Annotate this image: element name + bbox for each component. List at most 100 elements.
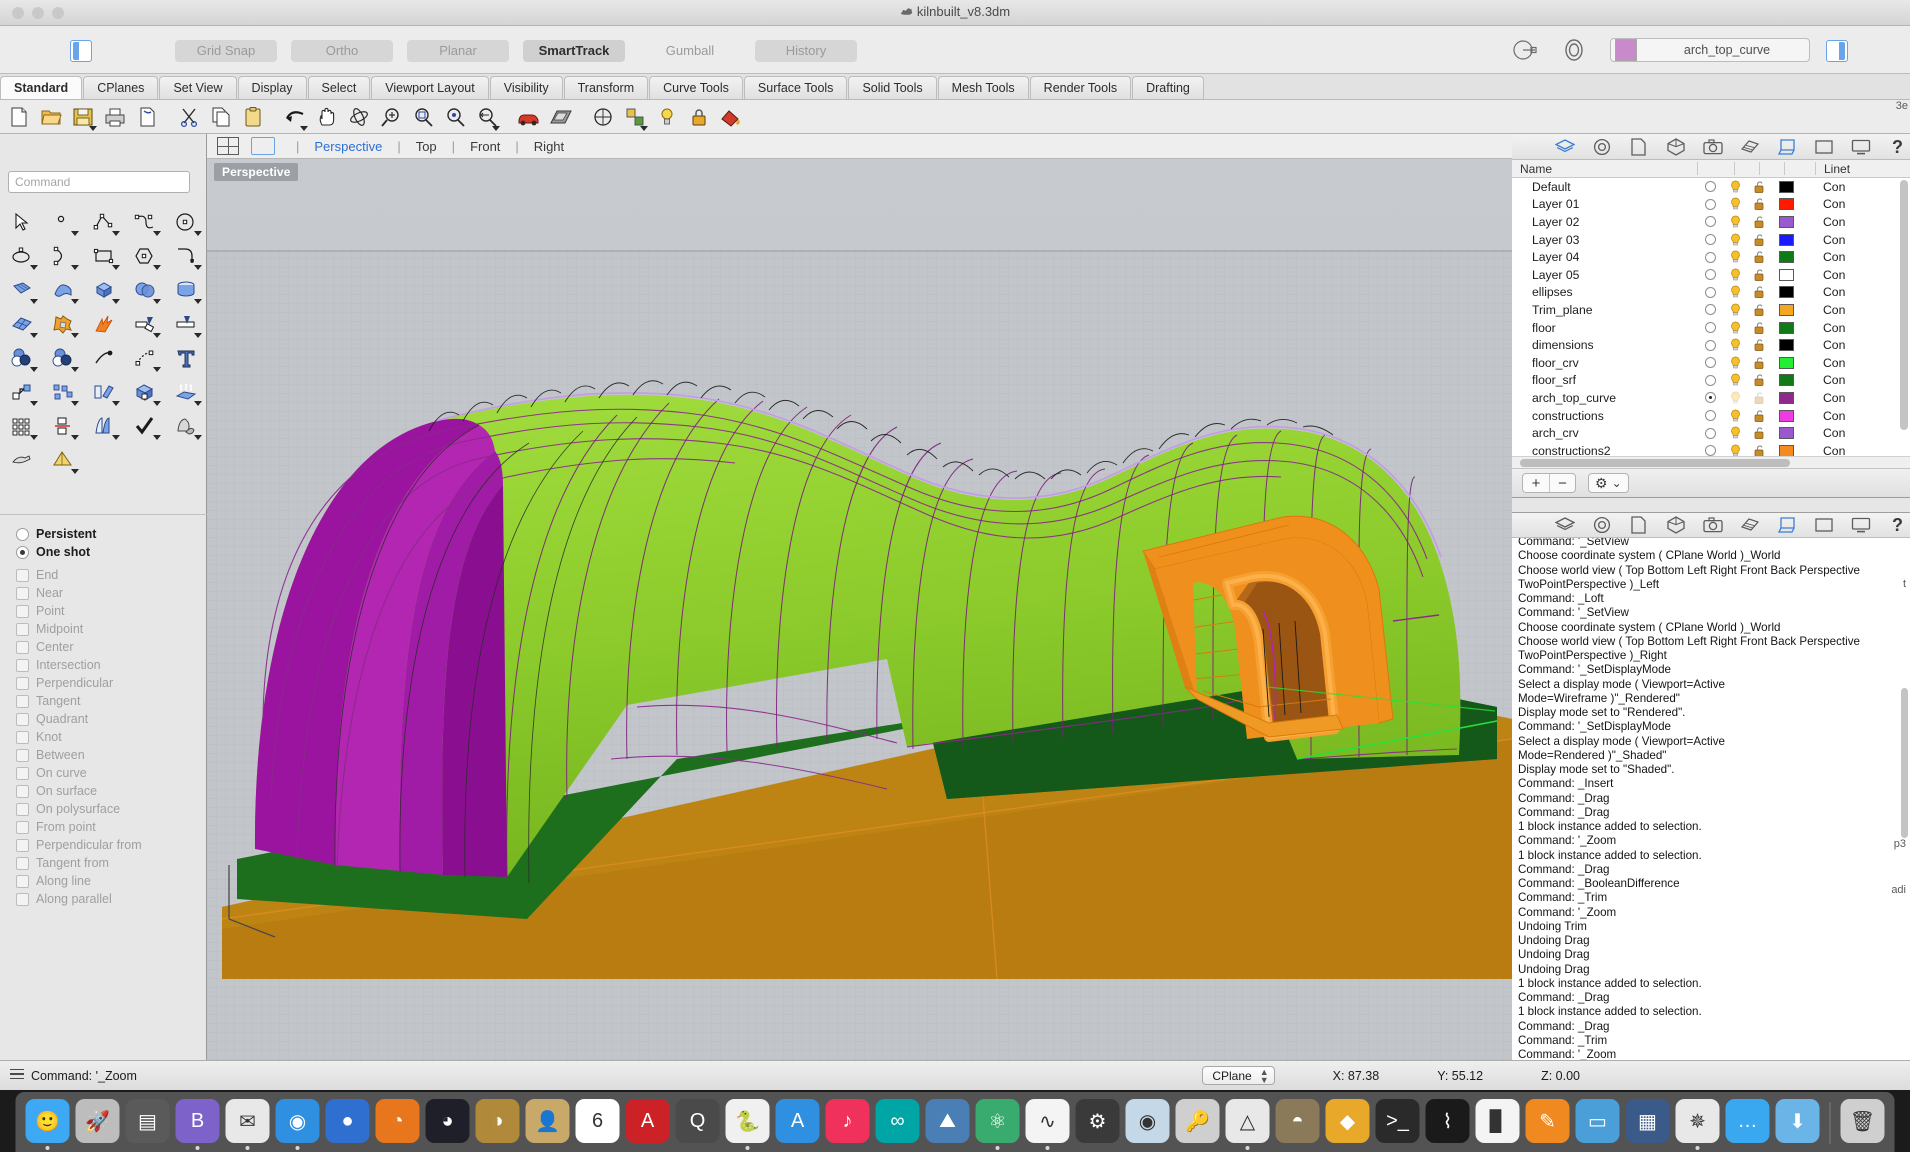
notes-icon[interactable] (1628, 136, 1649, 157)
object-icon[interactable] (1665, 136, 1686, 157)
dock-item-gimp[interactable]: ◓ (1274, 1094, 1322, 1150)
save-icon[interactable] (68, 102, 98, 132)
layer-row-layer-05[interactable]: Layer 05 Con (1512, 266, 1910, 284)
pan-hand-icon[interactable] (312, 102, 342, 132)
layer-color-swatch[interactable] (1771, 198, 1801, 211)
dock-item-rhinoceros[interactable]: △ (1224, 1094, 1272, 1150)
layer-color-swatch[interactable] (1771, 286, 1801, 299)
unlock-icon[interactable] (1747, 338, 1771, 352)
layer-row-arch-top-curve[interactable]: arch_top_curve Con (1512, 389, 1910, 407)
layer-color-swatch[interactable] (1771, 251, 1801, 264)
perspective-viewport[interactable]: Perspective (207, 159, 1512, 1060)
layers-horizontal-scroll-area[interactable] (1512, 456, 1910, 468)
four-view-layout-icon[interactable] (217, 137, 239, 155)
layer-current-toggle[interactable] (1697, 410, 1723, 422)
osnap-intersection[interactable]: Intersection (0, 656, 207, 674)
layers-list[interactable]: Default Con Layer 01 Con Layer 02 Con Layer 03… (1512, 178, 1910, 456)
paste-clipboard-icon[interactable] (238, 102, 268, 132)
polygon-icon[interactable] (125, 240, 164, 272)
light-bulb-icon[interactable] (1723, 197, 1747, 211)
light-bulb-icon[interactable] (1723, 338, 1747, 352)
light-bulb-icon[interactable] (1723, 373, 1747, 387)
unlock-icon[interactable] (1747, 444, 1771, 456)
osnap-near[interactable]: Near (0, 584, 207, 602)
layers-icon-secondary[interactable] (1554, 515, 1575, 536)
toggle-right-sidebar-button[interactable] (1826, 40, 1848, 62)
dock-item-google-earth[interactable]: ● (324, 1094, 372, 1150)
layer-row-arch-crv[interactable]: arch_crv Con (1512, 424, 1910, 442)
layer-row-default[interactable]: Default Con (1512, 178, 1910, 196)
cut-scissors-icon[interactable] (174, 102, 204, 132)
light-bulb-icon[interactable] (1723, 180, 1747, 194)
dock-item-golden-disc-app[interactable]: ◆ (1324, 1094, 1372, 1150)
light-bulb-icon[interactable] (652, 102, 682, 132)
surface-tools-icon[interactable] (2, 308, 41, 340)
light-bulb-icon[interactable] (1723, 321, 1747, 335)
extrude-icon[interactable] (166, 376, 205, 408)
dock-item-messages[interactable]: … (1724, 1094, 1772, 1150)
layer-options-menu[interactable]: ⚙ ⌄ (1588, 473, 1629, 493)
unlock-icon[interactable] (1747, 215, 1771, 229)
toggle-smarttrack[interactable]: SmartTrack (523, 40, 625, 62)
tab-curve-tools[interactable]: Curve Tools (649, 76, 743, 99)
layer-row-trim-plane[interactable]: Trim_plane Con (1512, 301, 1910, 319)
layers-icon[interactable] (620, 102, 650, 132)
radio-persistent[interactable] (16, 527, 29, 541)
new-file-icon[interactable] (4, 102, 34, 132)
tab-set-view[interactable]: Set View (159, 76, 237, 99)
layer-color-swatch[interactable] (1771, 409, 1801, 422)
layer-row-layer-01[interactable]: Layer 01 Con (1512, 196, 1910, 214)
checkbox-on-curve[interactable] (16, 766, 29, 780)
tab-mesh-tools[interactable]: Mesh Tools (937, 76, 1029, 99)
layer-current-toggle[interactable] (1697, 251, 1723, 263)
layer-row-layer-03[interactable]: Layer 03 Con (1512, 231, 1910, 249)
zoom-magnifier-icon[interactable] (376, 102, 406, 132)
tab-display[interactable]: Display (237, 76, 307, 99)
layers-vertical-scrollbar[interactable] (1900, 180, 1908, 430)
dock-item-python-idle[interactable]: 🐍 (724, 1094, 772, 1150)
checkbox-tangent-from[interactable] (16, 856, 29, 870)
arc-icon[interactable] (43, 240, 82, 272)
unlock-icon[interactable] (1747, 356, 1771, 370)
toggle-left-sidebar-button[interactable] (70, 40, 92, 62)
checkbox-along-parallel[interactable] (16, 892, 29, 906)
checkbox-tangent[interactable] (16, 694, 29, 708)
osnap-point[interactable]: Point (0, 602, 207, 620)
dock-item-atom-editor[interactable]: ⚛ (974, 1094, 1022, 1150)
dock-item-calendar[interactable]: 6 (574, 1094, 622, 1150)
duplicate-icon[interactable] (132, 102, 162, 132)
layer-current-toggle[interactable] (1697, 357, 1723, 369)
dock-item-pinwheel-app[interactable]: ✵ (1674, 1094, 1722, 1150)
checkbox-intersection[interactable] (16, 658, 29, 672)
viewport-tab-top[interactable]: Top (412, 139, 441, 154)
checkbox-perpendicular[interactable] (16, 676, 29, 690)
layer-current-toggle[interactable] (1697, 198, 1723, 210)
display-icon[interactable] (1850, 136, 1871, 157)
osnap-between[interactable]: Between (0, 746, 207, 764)
grid-array-icon[interactable] (2, 410, 41, 442)
osnap-center[interactable]: Center (0, 638, 207, 656)
dock-item-app-store[interactable]: A (774, 1094, 822, 1150)
layer-current-toggle[interactable] (1697, 216, 1723, 228)
viewport-tab-perspective[interactable]: Perspective (310, 139, 386, 154)
osnap-along-line[interactable]: Along line (0, 872, 207, 890)
checkbox-on-surface[interactable] (16, 784, 29, 798)
light-bulb-icon[interactable] (1723, 409, 1747, 423)
checkbox-near[interactable] (16, 586, 29, 600)
box-icon[interactable] (84, 274, 123, 306)
polyline-icon[interactable] (84, 206, 123, 238)
dock-item-mail[interactable]: ✉ (224, 1094, 272, 1150)
dock-item-downloads-folder[interactable]: ⬇ (1774, 1094, 1822, 1150)
dock-item-itunes[interactable]: ♪ (824, 1094, 872, 1150)
explode-icon[interactable] (84, 308, 123, 340)
tab-visibility[interactable]: Visibility (489, 76, 563, 99)
layer-color-swatch[interactable] (1771, 391, 1801, 404)
light-bulb-icon[interactable] (1723, 233, 1747, 247)
help-icon[interactable]: ? (1887, 136, 1908, 157)
named-views-icon[interactable] (588, 102, 618, 132)
dock-item-keychain-access[interactable]: 🔑 (1174, 1094, 1222, 1150)
checkbox-from-point[interactable] (16, 820, 29, 834)
osnap-midpoint[interactable]: Midpoint (0, 620, 207, 638)
radio-one-shot[interactable] (16, 545, 29, 559)
osnap-on-curve[interactable]: On curve (0, 764, 207, 782)
